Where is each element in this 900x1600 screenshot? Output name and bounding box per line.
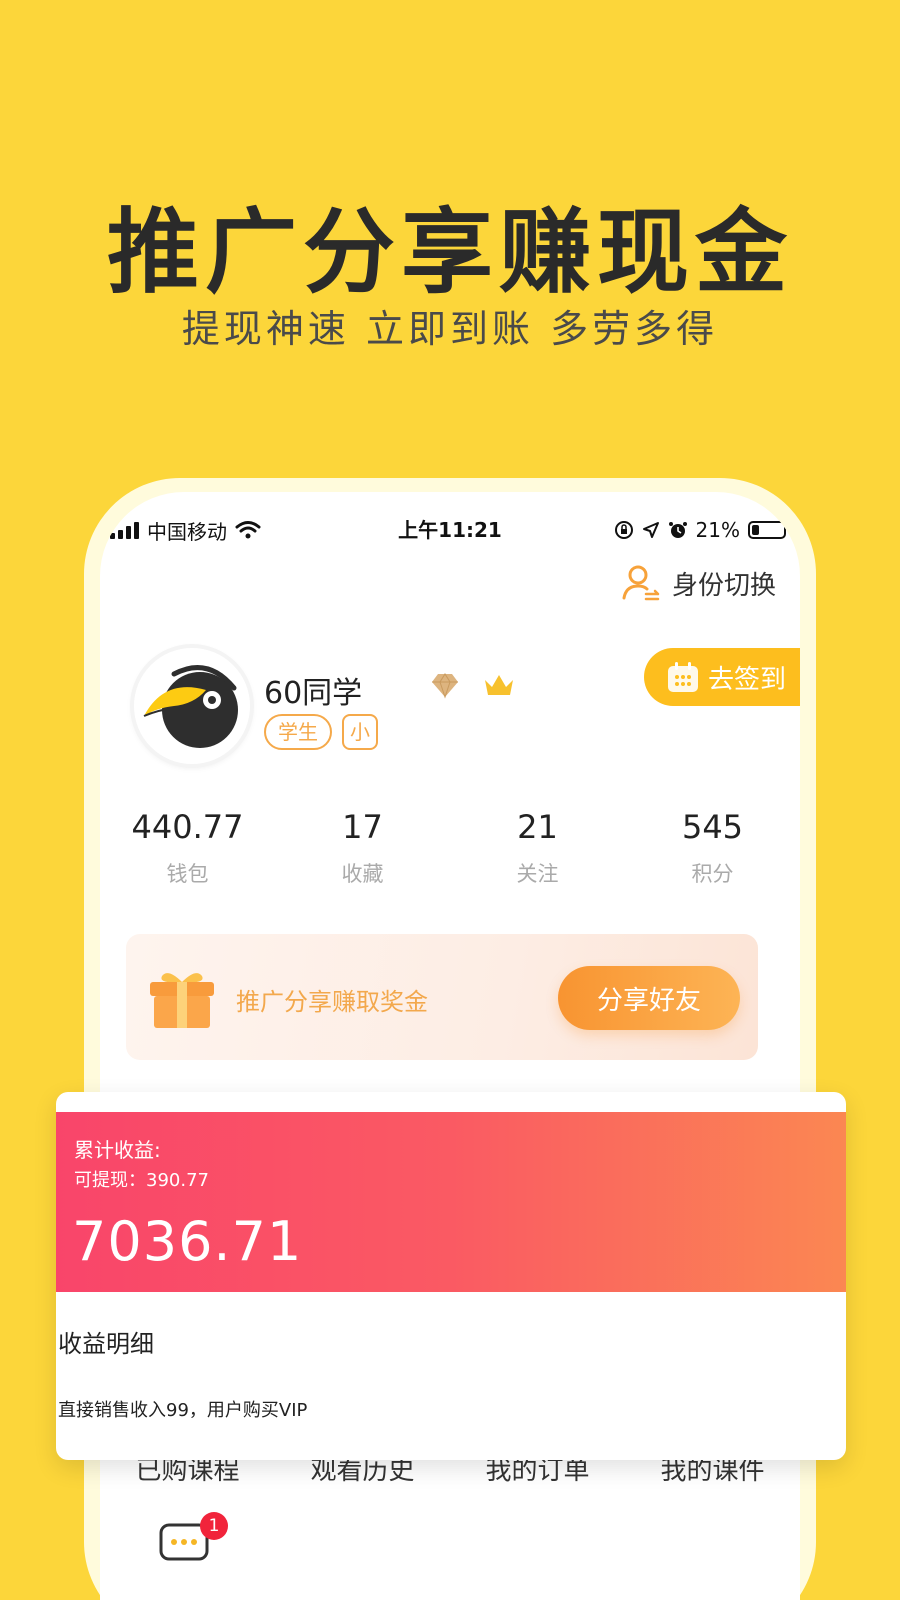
stat-label: 关注	[516, 862, 559, 886]
stat-value: 440.77	[131, 808, 244, 846]
promo-banner: 推广分享赚取奖金 分享好友	[126, 934, 758, 1060]
earnings-detail-row[interactable]: 直接销售收入99，用户购买VIP	[58, 1396, 307, 1422]
rotation-lock-icon	[614, 521, 633, 539]
crown-icon	[485, 675, 513, 695]
status-bar: 中国移动 上午11:21 21%	[100, 512, 800, 548]
checkin-button[interactable]: 去签到	[644, 648, 800, 706]
level-tag: 小	[342, 714, 378, 750]
gift-icon	[150, 973, 214, 1028]
role-tag: 学生	[264, 714, 332, 750]
stat-value: 21	[517, 808, 558, 846]
withdrawable-amount: 可提现：390.77	[74, 1170, 209, 1191]
diamond-icon	[432, 673, 458, 699]
calendar-icon	[668, 662, 698, 692]
total-earnings-label: 累计收益:	[74, 1138, 161, 1162]
earnings-detail-title: 收益明细	[58, 1330, 154, 1358]
identity-switch-label: 身份切换	[671, 570, 776, 601]
stat-following[interactable]: 21 关注	[450, 808, 625, 888]
stat-label: 积分	[691, 862, 734, 886]
stat-label: 收藏	[341, 862, 384, 886]
user-switch-icon	[622, 565, 660, 601]
total-earnings-value: 7036.71	[72, 1210, 303, 1273]
battery-icon	[748, 521, 786, 539]
stat-wallet[interactable]: 440.77 钱包	[100, 808, 275, 888]
location-icon	[642, 522, 659, 538]
share-friends-button[interactable]: 分享好友	[558, 966, 740, 1030]
headline: 推广分享赚现金	[106, 199, 793, 306]
stat-points[interactable]: 545 积分	[625, 808, 800, 888]
earnings-card: 累计收益: 可提现：390.77 7036.71 收益明细 直接销售收入99，用…	[56, 1092, 846, 1460]
stat-value: 17	[342, 808, 383, 846]
battery-percent: 21%	[695, 518, 740, 542]
alarm-icon	[668, 522, 687, 538]
stat-value: 545	[681, 808, 744, 846]
promo-text: 推广分享赚取奖金	[236, 988, 428, 1016]
avatar[interactable]	[134, 648, 250, 764]
toucan-logo-icon	[134, 648, 250, 764]
stat-favorites[interactable]: 17 收藏	[275, 808, 450, 888]
stat-label: 钱包	[166, 862, 209, 886]
identity-switch-button[interactable]: 身份切换	[620, 562, 776, 604]
message-badge: 1	[200, 1512, 228, 1540]
subline: 提现神速 立即到账 多劳多得	[181, 307, 719, 351]
checkin-label: 去签到	[708, 664, 787, 695]
earnings-summary: 累计收益: 可提现：390.77 7036.71	[56, 1112, 846, 1292]
username: 60同学	[264, 676, 363, 711]
stats-row: 440.77 钱包 17 收藏 21 关注 545 积分	[100, 808, 800, 888]
